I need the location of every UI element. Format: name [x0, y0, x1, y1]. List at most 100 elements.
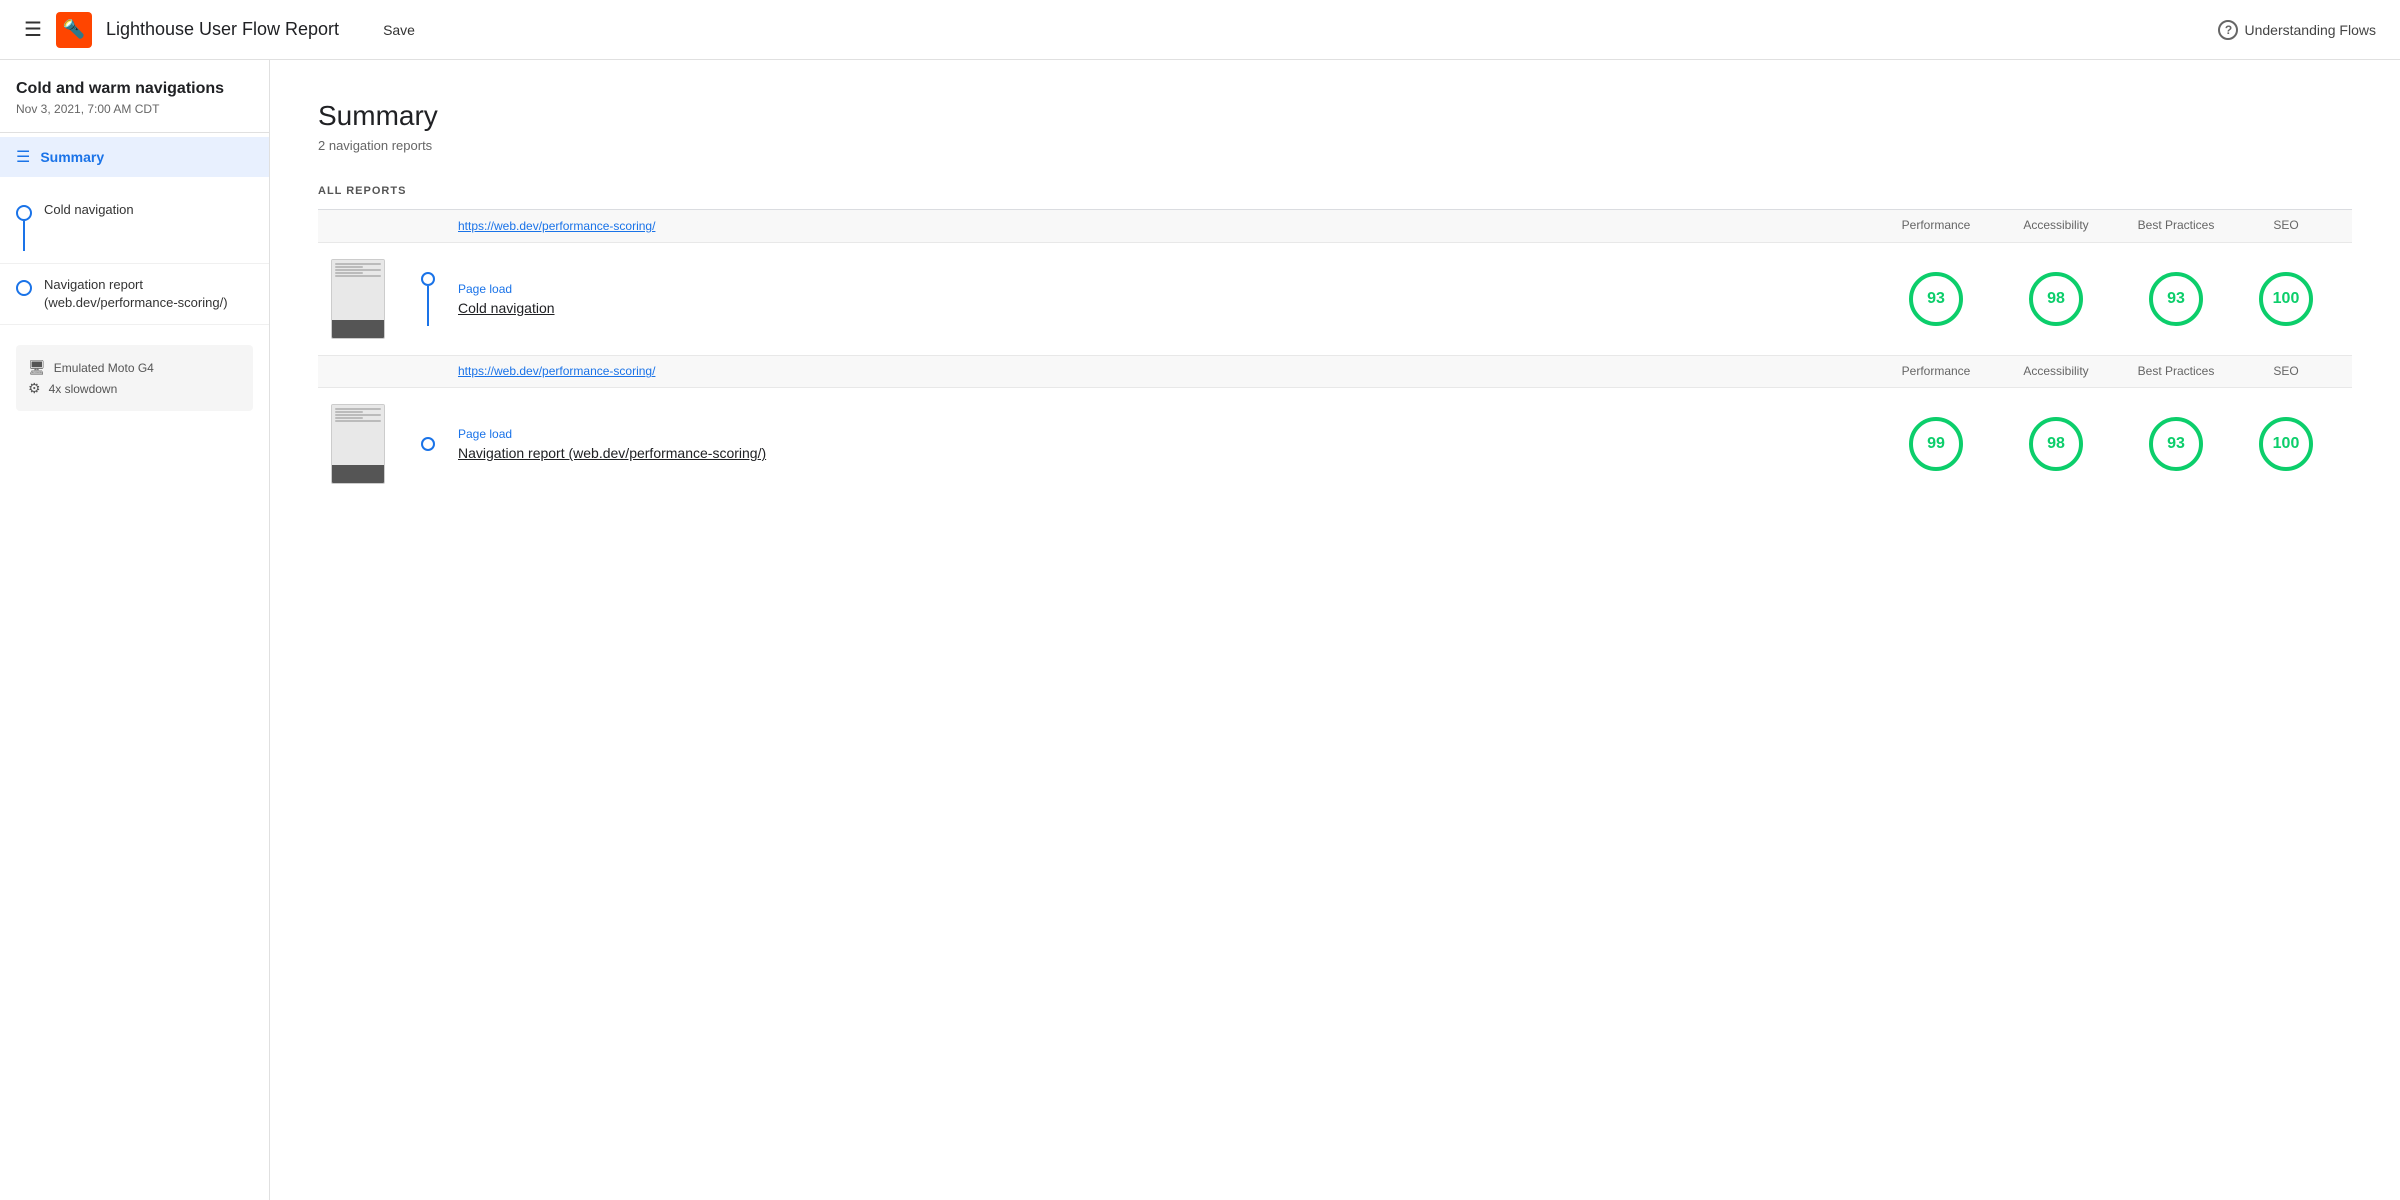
score-circle-perf-1: 93 — [1909, 272, 1963, 326]
score-performance-2: 99 — [1876, 417, 1996, 471]
nav-item-label-1: Cold navigation — [44, 201, 134, 219]
list-icon: ☰ — [16, 147, 30, 167]
menu-icon[interactable]: ☰ — [24, 17, 42, 42]
col-best-practices-2: Best Practices — [2116, 364, 2236, 380]
project-date: Nov 3, 2021, 7:00 AM CDT — [16, 102, 253, 116]
connector-v-1 — [421, 272, 435, 326]
thumb-lines-1 — [332, 260, 384, 280]
report-2-header: https://web.dev/performance-scoring/ Per… — [318, 355, 2352, 389]
summary-sub: 2 navigation reports — [318, 138, 2352, 153]
page-load-label-1: Page load — [458, 282, 1876, 296]
sidebar-item-navigation-report[interactable]: Navigation report (web.dev/performance-s… — [0, 264, 269, 325]
report-1-nav-name[interactable]: Cold navigation — [458, 300, 1876, 316]
device-row: 🖥 Emulated Moto G4 — [28, 359, 241, 376]
page-load-label-2: Page load — [458, 427, 1876, 441]
report-1-url-link[interactable]: https://web.dev/performance-scoring/ — [458, 219, 655, 233]
throttle-label: 4x slowdown — [49, 382, 118, 396]
score-circle-bp-1: 93 — [2149, 272, 2203, 326]
connector-v-2 — [421, 437, 435, 451]
col-seo-1: SEO — [2236, 218, 2336, 234]
thumb-lines-2 — [332, 405, 384, 425]
report-1-info: Page load Cold navigation — [458, 282, 1876, 316]
all-reports-label: ALL REPORTS — [318, 185, 2352, 197]
report-1-thumbnail — [331, 259, 385, 339]
nav-line-1 — [23, 221, 25, 251]
thumb-line-2-3 — [335, 414, 381, 416]
reports-container: https://web.dev/performance-scoring/ Per… — [318, 209, 2352, 500]
col-best-practices-1: Best Practices — [2116, 218, 2236, 234]
score-circle-seo-1: 100 — [2259, 272, 2313, 326]
main-content: Summary 2 navigation reports ALL REPORTS… — [270, 60, 2400, 1200]
score-accessibility-1: 98 — [1996, 272, 2116, 326]
throttle-icon: ⚙ — [28, 380, 41, 397]
col-performance-2: Performance — [1876, 364, 1996, 380]
score-circle-bp-2: 93 — [2149, 417, 2203, 471]
score-best-practices-2: 93 — [2116, 417, 2236, 471]
thumb-line-2-4 — [335, 417, 363, 419]
thumb-line-2-2 — [335, 411, 363, 413]
score-best-practices-1: 93 — [2116, 272, 2236, 326]
thumb-top-2 — [332, 405, 384, 465]
connector-2 — [398, 437, 458, 451]
header: ☰ 🔦 Lighthouse User Flow Report Save ? U… — [0, 0, 2400, 60]
report-2-thumbnail — [331, 404, 385, 484]
sidebar-project: Cold and warm navigations Nov 3, 2021, 7… — [0, 60, 269, 133]
sidebar-device-info: 🖥 Emulated Moto G4 ⚙ 4x slowdown — [16, 345, 253, 411]
thumb-bottom-2 — [332, 465, 384, 483]
nav-connector-1 — [16, 201, 32, 251]
thumb-line-2-5 — [335, 420, 381, 422]
understanding-flows-label: Understanding Flows — [2244, 22, 2376, 38]
sidebar-nav-items: Cold navigation Navigation report (web.d… — [0, 181, 269, 333]
report-2-info: Page load Navigation report (web.dev/per… — [458, 427, 1876, 461]
thumbnail-2 — [318, 404, 398, 484]
summary-title: Summary — [318, 100, 2352, 132]
nav-circle-1 — [16, 205, 32, 221]
sidebar-summary-item[interactable]: ☰ Summary — [0, 137, 269, 177]
nav-circle-2 — [16, 280, 32, 296]
report-1-body: Page load Cold navigation 93 98 93 100 — [318, 243, 2352, 355]
report-2-nav-name[interactable]: Navigation report (web.dev/performance-s… — [458, 445, 1876, 461]
summary-label: Summary — [40, 149, 104, 165]
thumb-line-2-1 — [335, 408, 381, 410]
sidebar: Cold and warm navigations Nov 3, 2021, 7… — [0, 60, 270, 1200]
report-1-url[interactable]: https://web.dev/performance-scoring/ — [458, 219, 1876, 233]
device-label: Emulated Moto G4 — [54, 361, 154, 375]
col-performance-1: Performance — [1876, 218, 1996, 234]
lighthouse-logo: 🔦 — [56, 12, 92, 48]
project-name: Cold and warm navigations — [16, 80, 253, 98]
col-seo-2: SEO — [2236, 364, 2336, 380]
score-circle-acc-2: 98 — [2029, 417, 2083, 471]
score-accessibility-2: 98 — [1996, 417, 2116, 471]
thumb-line-2 — [335, 266, 363, 268]
score-seo-1: 100 — [2236, 272, 2336, 326]
score-performance-1: 93 — [1876, 272, 1996, 326]
connector-1 — [398, 272, 458, 326]
thumb-line-3 — [335, 269, 381, 271]
conn-line-1 — [427, 286, 429, 326]
sidebar-item-cold-navigation[interactable]: Cold navigation — [0, 189, 269, 264]
throttle-row: ⚙ 4x slowdown — [28, 380, 241, 397]
report-2-url-link[interactable]: https://web.dev/performance-scoring/ — [458, 364, 655, 378]
header-right: ? Understanding Flows — [2218, 20, 2376, 40]
thumb-line-1 — [335, 263, 381, 265]
main-layout: Cold and warm navigations Nov 3, 2021, 7… — [0, 60, 2400, 1200]
understanding-flows-link[interactable]: ? Understanding Flows — [2218, 20, 2376, 40]
thumb-line-4 — [335, 272, 363, 274]
report-2-url[interactable]: https://web.dev/performance-scoring/ — [458, 364, 1876, 378]
score-seo-2: 100 — [2236, 417, 2336, 471]
report-1-header: https://web.dev/performance-scoring/ Per… — [318, 210, 2352, 243]
question-icon: ? — [2218, 20, 2238, 40]
thumb-line-5 — [335, 275, 381, 277]
header-left: ☰ 🔦 Lighthouse User Flow Report Save — [24, 12, 425, 48]
nav-connector-2 — [16, 276, 32, 296]
score-circle-seo-2: 100 — [2259, 417, 2313, 471]
app-title: Lighthouse User Flow Report — [106, 19, 339, 40]
save-button[interactable]: Save — [373, 16, 425, 44]
conn-circle-2 — [421, 437, 435, 451]
thumbnail-1 — [318, 259, 398, 339]
thumb-bottom-1 — [332, 320, 384, 338]
col-accessibility-2: Accessibility — [1996, 364, 2116, 380]
nav-item-label-2: Navigation report (web.dev/performance-s… — [44, 276, 253, 312]
device-icon: 🖥 — [28, 359, 46, 376]
report-2-body: Page load Navigation report (web.dev/per… — [318, 388, 2352, 500]
